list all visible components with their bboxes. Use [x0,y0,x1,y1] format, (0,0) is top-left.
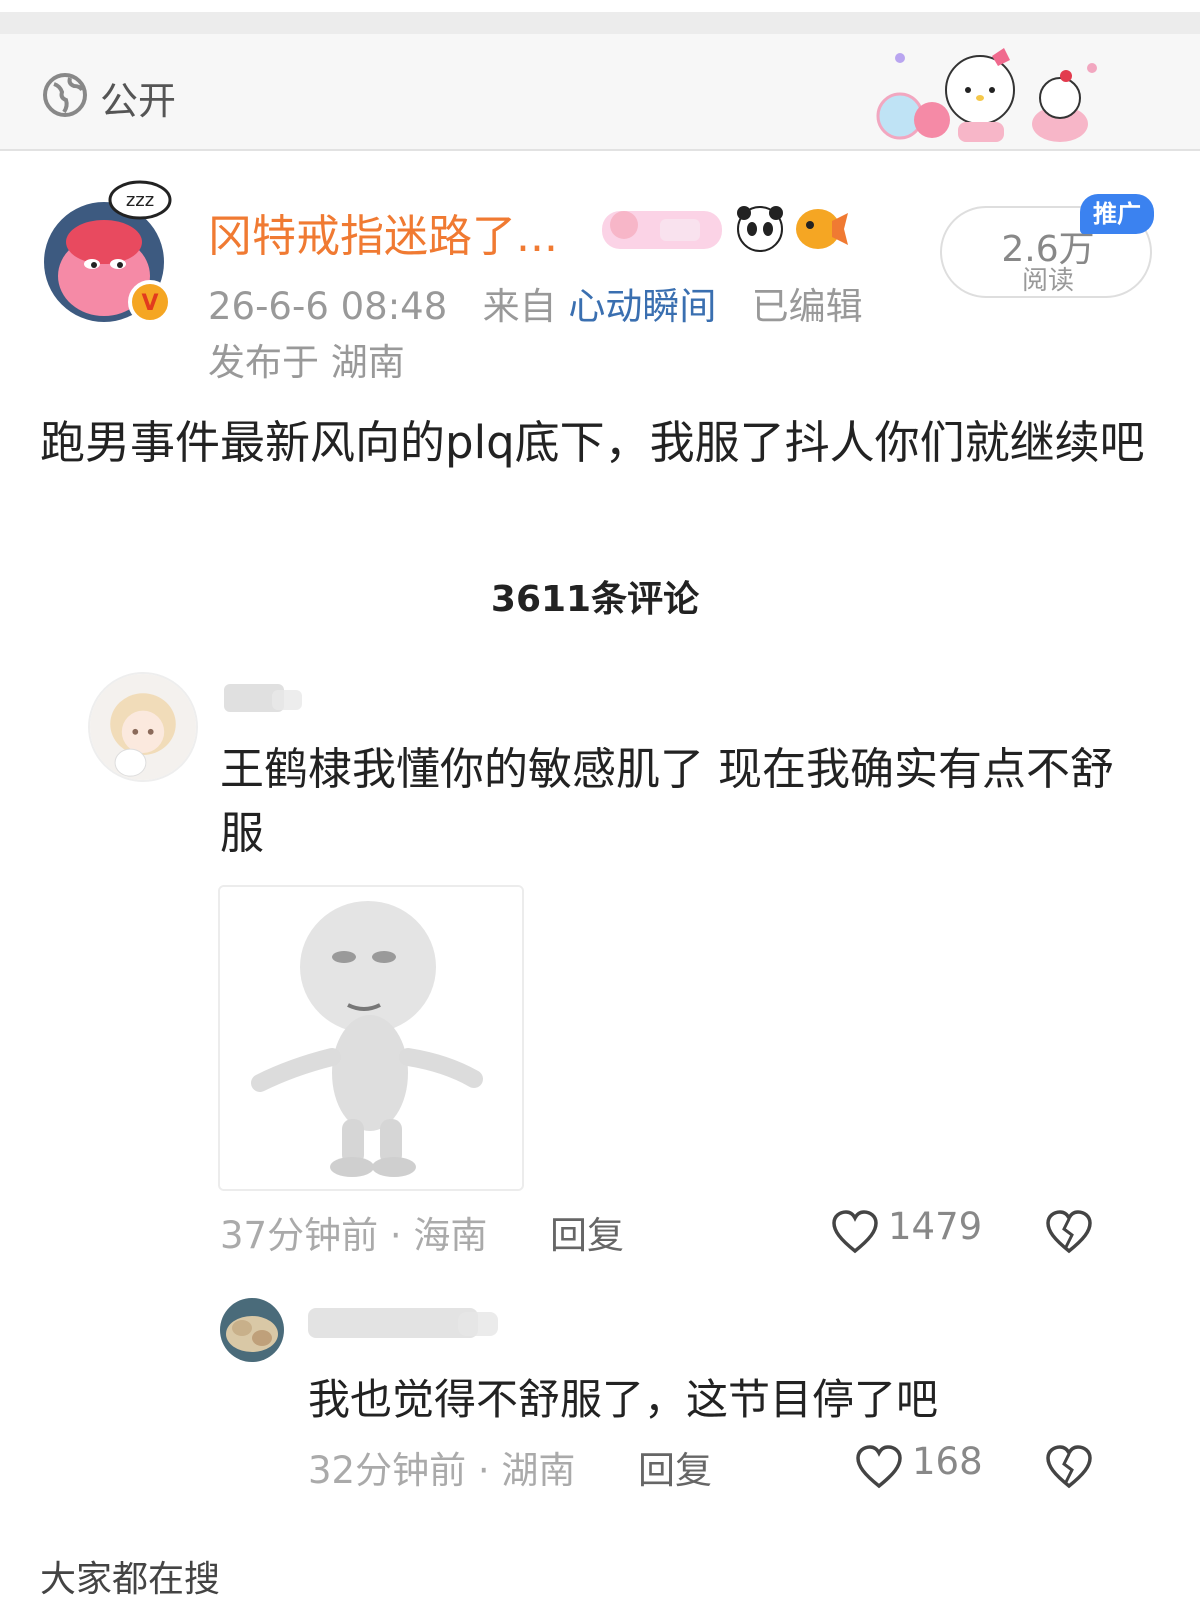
promo-badge[interactable]: 推广 [1080,194,1154,234]
comment-image[interactable] [218,885,524,1191]
post-date: 26-6-6 08:48 [208,285,448,328]
reply-time-location: 32分钟前 · 湖南 [308,1449,576,1492]
reply-text: 我也觉得不舒服了，这节目停了吧 [308,1375,939,1424]
post-text: 跑男事件最新风向的plq底下，我服了抖人你们就继续吧 [40,416,1145,469]
trending-searches-label[interactable]: 大家都在搜 [40,1550,220,1602]
reply-button[interactable]: 回复 [550,1205,624,1259]
views-label: 阅读 [1021,266,1074,296]
reply-footer: 32分钟前 · 湖南 回复 168 [308,1440,1108,1496]
verified-badge: V [141,291,158,316]
broken-heart-icon[interactable] [1044,1207,1094,1257]
globe-icon [43,73,87,117]
comment-count: 3611条评论 [490,579,700,620]
like-count: 168 [912,1440,983,1483]
visibility-bar[interactable]: 公开 [0,34,1200,151]
meme-figure-image [220,887,522,1189]
author-badges [602,206,848,252]
broken-heart-icon[interactable] [1044,1442,1094,1492]
post-location: 发布于 湖南 [208,341,405,384]
post-meta: 26-6-6 08:48 来自 心动瞬间 已编辑 [208,276,863,330]
svg-text:zzz: zzz [126,190,154,211]
fish-icon [796,209,848,249]
commenter-avatar[interactable] [88,672,198,782]
author-avatar[interactable]: zzz V [42,180,174,325]
comment-footer: 37分钟前 · 海南 回复 1479 [220,1205,1120,1261]
reply-avatar[interactable] [220,1298,284,1362]
source-prefix: 来自 [482,285,557,328]
reply-name-blurred[interactable] [308,1300,508,1344]
heart-icon[interactable] [830,1209,880,1255]
panda-icon [737,206,783,252]
like-count: 1479 [888,1205,983,1248]
bear-badge-icon [610,211,638,239]
visibility-label: 公开 [100,79,177,123]
author-name[interactable]: 冈特戒指迷路了... [208,200,558,264]
comment-text: 王鹤棣我懂你的敏感肌了 现在我确实有点不舒服 [220,744,1114,859]
comment-time-location: 37分钟前 · 海南 [220,1214,488,1257]
heart-icon[interactable] [854,1444,904,1490]
hello-kitty-sticker [876,48,1097,142]
edited-label: 已编辑 [751,285,863,328]
commenter-name-blurred[interactable] [222,680,308,716]
source-link[interactable]: 心动瞬间 [568,285,716,328]
top-strip [0,0,1200,34]
reply-button[interactable]: 回复 [638,1440,712,1494]
